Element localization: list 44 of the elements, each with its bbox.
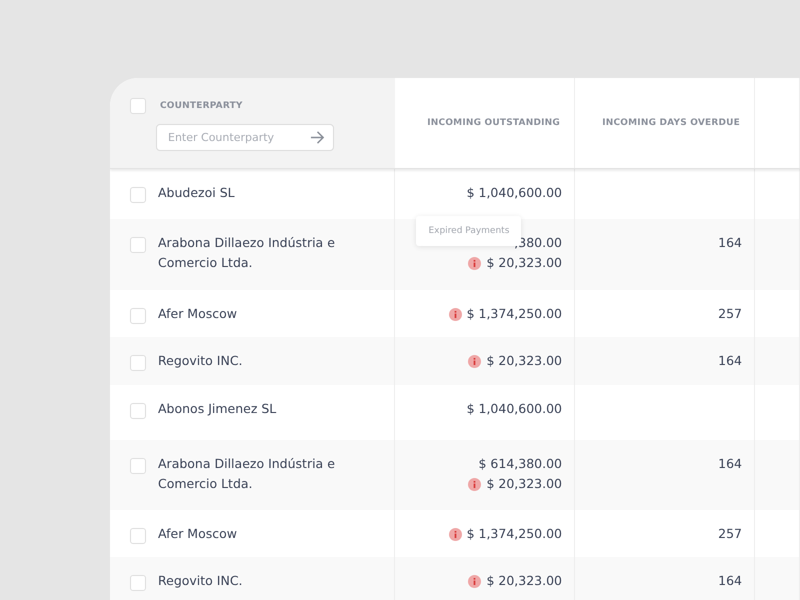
amount: $ 1,374,250.00 [466, 305, 562, 323]
amount: $ 20,323.00 [486, 475, 562, 493]
amount: ,380.00 [514, 234, 562, 252]
counterparty-name: Abonos Jimenez SL [158, 400, 276, 418]
info-icon[interactable] [468, 574, 482, 588]
checkbox[interactable] [130, 575, 146, 591]
column-header: INCOMING OUTSTANDING [427, 118, 560, 128]
checkbox[interactable] [130, 403, 146, 419]
days-overdue: 257 [718, 305, 742, 323]
counterparty-name: Regovito INC. [158, 352, 243, 370]
amount: $ 20,323.00 [486, 254, 562, 272]
days-overdue: 164 [718, 455, 742, 473]
days-overdue: 164 [718, 234, 742, 252]
checkbox[interactable] [130, 528, 146, 544]
info-icon[interactable] [448, 308, 462, 320]
days-overdue: 164 [718, 352, 742, 370]
counterparty-name: Afer Moscow [158, 305, 237, 323]
column-header: COUNTERPARTY [160, 101, 243, 111]
amount: $ 1,374,250.00 [466, 525, 562, 543]
counterparty-name: Arabona Dillaezo Indústria e Comercio Ltda. [158, 234, 336, 272]
info-icon[interactable] [468, 354, 482, 368]
search-field[interactable]: Enter Counterparty [156, 124, 334, 151]
info-icon[interactable] [448, 528, 462, 540]
days-overdue: 257 [718, 525, 742, 543]
checkbox[interactable] [130, 98, 146, 114]
checkbox[interactable] [130, 187, 146, 203]
amount: $ 20,323.00 [486, 352, 562, 370]
days-overdue: 164 [718, 572, 742, 590]
arrow-icon[interactable] [310, 130, 325, 145]
amount: $ 1,040,600.00 [466, 184, 562, 202]
checkbox[interactable] [130, 355, 146, 371]
amount: $ 20,323.00 [486, 572, 562, 590]
info-icon[interactable] [468, 256, 482, 270]
checkbox[interactable] [130, 458, 146, 474]
counterparty-name: Arabona Dillaezo Indústria e Comercio Ltda. [158, 455, 336, 493]
counterparty-name: Regovito INC. [158, 572, 243, 590]
column-header: INCOMING DAYS OVERDUE [602, 118, 740, 128]
checkbox[interactable] [130, 308, 146, 324]
checkbox[interactable] [130, 237, 146, 253]
counterparty-name: Afer Moscow [158, 525, 237, 543]
counterparty-name: Abudezoi SL [158, 184, 235, 202]
amount: $ 614,380.00 [478, 455, 562, 473]
info-icon[interactable] [468, 478, 482, 490]
amount: $ 1,040,600.00 [466, 400, 562, 418]
